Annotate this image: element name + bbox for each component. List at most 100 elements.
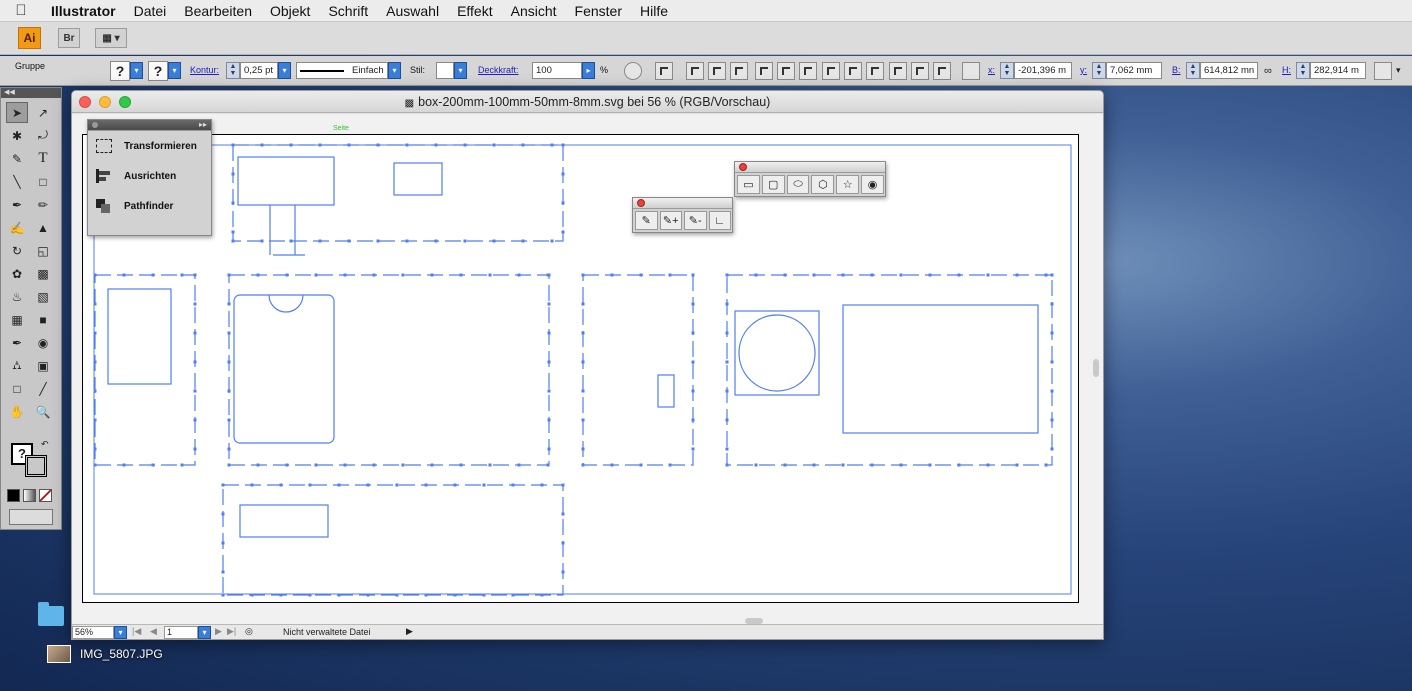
status-menu-arrow-icon[interactable]: ▶: [406, 626, 413, 637]
x-field[interactable]: -201,396 m: [1014, 62, 1072, 79]
width-field[interactable]: 614,812 mn: [1200, 62, 1258, 79]
star-tool-icon[interactable]: ☆: [836, 175, 860, 194]
shape-tools-panel-header[interactable]: [735, 162, 885, 173]
stroke-profile-dropdown[interactable]: ▾: [388, 62, 401, 79]
bridge-button[interactable]: Br: [58, 28, 80, 48]
rectangle-tool-icon[interactable]: □: [32, 171, 54, 192]
zoom-field[interactable]: 56%: [72, 626, 114, 639]
deckkraft-label[interactable]: Deckkraft:: [478, 65, 519, 75]
artboard-tool-icon[interactable]: □: [6, 378, 28, 399]
expand-panel-icon[interactable]: ▸▸: [199, 120, 207, 129]
cutout-lid-large[interactable]: [237, 156, 335, 206]
pen-tool-icon[interactable]: ✎: [6, 148, 28, 169]
transform-options-icon[interactable]: [1374, 62, 1392, 80]
panel-right-side[interactable]: [582, 274, 694, 466]
panel-bottom[interactable]: [222, 484, 564, 596]
previous-artboard-icon[interactable]: ◀: [150, 626, 157, 637]
free-transform-tool-icon[interactable]: ▩: [32, 263, 54, 284]
blend-tool-icon[interactable]: ◉: [32, 332, 54, 353]
reference-point-icon[interactable]: [962, 62, 980, 80]
stroke-color-button[interactable]: ?: [148, 61, 168, 81]
height-field[interactable]: 282,914 m: [1310, 62, 1366, 79]
canvas-area[interactable]: Seite: [72, 114, 1103, 624]
align-center-icon[interactable]: [708, 62, 726, 80]
stroke-profile-field[interactable]: Einfach: [296, 62, 388, 79]
desktop-file-label[interactable]: IMG_5807.JPG: [80, 647, 163, 661]
menu-datei[interactable]: Datei: [125, 3, 176, 19]
rounded-rectangle-tool-icon[interactable]: ▢: [761, 175, 785, 194]
cutout-front-arc[interactable]: [268, 294, 304, 313]
menu-schrift[interactable]: Schrift: [319, 3, 377, 19]
y-field[interactable]: 7,062 mm: [1106, 62, 1162, 79]
menu-hilfe[interactable]: Hilfe: [631, 3, 677, 19]
selection-tool-icon[interactable]: ➤: [6, 102, 28, 123]
vertical-scrollbar[interactable]: [1093, 359, 1099, 377]
kontur-dropdown[interactable]: ▾: [278, 62, 291, 79]
fill-color-button[interactable]: ?: [110, 61, 130, 81]
cutout-fan-circle[interactable]: [738, 314, 816, 392]
align-top-icon[interactable]: [755, 62, 773, 80]
style-dropdown[interactable]: ▾: [454, 62, 467, 79]
deckkraft-field[interactable]: 100: [532, 62, 582, 79]
menu-app-name[interactable]: Illustrator: [42, 3, 125, 19]
panel-pathfinder[interactable]: Pathfinder: [88, 191, 211, 221]
panel-align[interactable]: Ausrichten: [88, 161, 211, 191]
align-bottom-icon[interactable]: [799, 62, 817, 80]
height-stepper[interactable]: ▲ ▼: [1296, 62, 1310, 79]
width-stepper[interactable]: ▲ ▼: [1186, 62, 1200, 79]
cutout-back-large[interactable]: [842, 304, 1039, 434]
cutout-front-inner[interactable]: [233, 294, 335, 444]
scale-tool-icon[interactable]: ◱: [32, 240, 54, 261]
deckkraft-arrow[interactable]: ▸: [582, 62, 595, 79]
menu-effekt[interactable]: Effekt: [448, 3, 502, 19]
lasso-tool-icon[interactable]: ⤾: [32, 125, 54, 146]
recolor-icon[interactable]: [624, 62, 642, 80]
convert-anchor-point-tool-icon[interactable]: ∟: [708, 211, 731, 230]
eraser-tool-icon[interactable]: ▲: [32, 217, 54, 238]
mesh-tool-icon[interactable]: ▦: [6, 309, 28, 330]
pen-tools-panel-header[interactable]: [633, 198, 732, 209]
align-middle-icon[interactable]: [777, 62, 795, 80]
distribute-bottom-icon[interactable]: [866, 62, 884, 80]
panel-front[interactable]: [228, 274, 550, 466]
cutout-fan-frame[interactable]: [734, 310, 820, 396]
live-paint-bucket-tool-icon[interactable]: ⛼: [6, 355, 28, 376]
ellipse-tool-icon[interactable]: ⬭: [786, 175, 810, 194]
color-mode-icon[interactable]: [7, 489, 20, 502]
distribute-vcenter-icon[interactable]: [844, 62, 862, 80]
zoom-tool-icon[interactable]: 🔍: [32, 401, 54, 422]
y-label[interactable]: y:: [1080, 65, 1087, 75]
warp-tool-icon[interactable]: ✿: [6, 263, 28, 284]
pencil-tool-icon[interactable]: ✏: [32, 194, 54, 215]
type-tool-icon[interactable]: T: [32, 148, 54, 169]
width-label[interactable]: B:: [1172, 65, 1181, 75]
panel-dock-header[interactable]: ▸▸: [88, 120, 211, 131]
distribute-left-icon[interactable]: [889, 62, 907, 80]
blob-brush-tool-icon[interactable]: ✍: [6, 217, 28, 238]
align-to-selection-icon[interactable]: [655, 62, 673, 80]
menu-bearbeiten[interactable]: Bearbeiten: [175, 3, 261, 19]
control-menu-icon[interactable]: ▾: [1396, 65, 1401, 76]
cutout-lid-small[interactable]: [393, 162, 443, 196]
x-stepper[interactable]: ▲ ▼: [1000, 62, 1014, 79]
shape-tools-close-icon[interactable]: [739, 163, 747, 171]
rectangle-tool-icon[interactable]: ▭: [737, 175, 760, 194]
stroke-swatch[interactable]: [25, 455, 47, 477]
kontur-stepper[interactable]: ▲ ▼: [226, 62, 240, 79]
swap-colors-icon[interactable]: ↶: [41, 439, 49, 450]
status-options-icon[interactable]: ◎: [245, 626, 253, 637]
live-paint-selection-tool-icon[interactable]: ▣: [32, 355, 54, 376]
rotate-tool-icon[interactable]: ↻: [6, 240, 28, 261]
document-title-bar[interactable]: ▩ box-200mm-100mm-50mm-8mm.svg bei 56 % (…: [72, 91, 1103, 113]
fill-stroke-swatches[interactable]: ? ↶: [9, 439, 53, 479]
x-label[interactable]: x:: [988, 65, 995, 75]
kontur-label[interactable]: Kontur:: [190, 65, 219, 75]
distribute-top-icon[interactable]: [822, 62, 840, 80]
panel-back[interactable]: [726, 274, 1053, 466]
next-artboard-icon[interactable]: ▶: [215, 626, 222, 637]
line-tool-icon[interactable]: ╲: [6, 171, 28, 192]
add-anchor-point-tool-icon[interactable]: ✎+: [659, 211, 682, 230]
panel-left-side[interactable]: [94, 274, 196, 466]
align-right-icon[interactable]: [730, 62, 748, 80]
panel-transform[interactable]: Transformieren: [88, 131, 211, 161]
